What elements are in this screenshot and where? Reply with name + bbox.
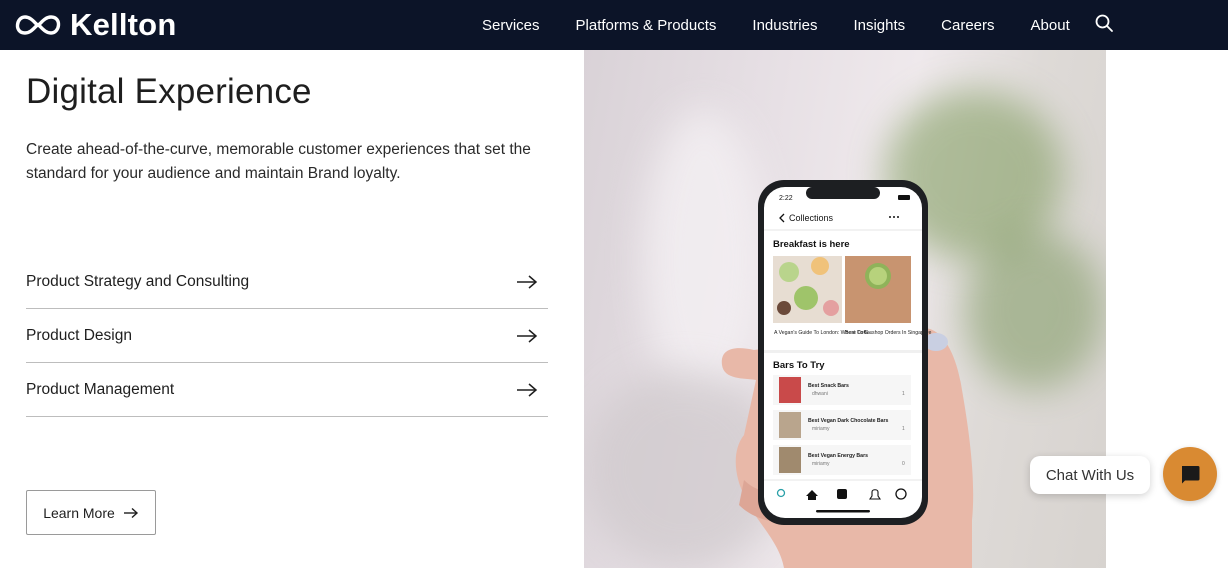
search-icon[interactable] xyxy=(1094,13,1114,33)
infinity-logo-icon xyxy=(15,15,61,35)
phone-row1-title: Best Snack Bars xyxy=(808,383,849,389)
link-product-strategy[interactable]: Product Strategy and Consulting xyxy=(26,255,548,309)
link-label: Product Design xyxy=(26,326,132,344)
link-product-management[interactable]: Product Management xyxy=(26,363,548,417)
phone-row3-title: Best Vegan Energy Bars xyxy=(808,453,868,459)
chat-bubble-icon xyxy=(1182,466,1200,484)
hero-description: Create ahead-of-the-curve, memorable cus… xyxy=(26,141,531,182)
phone-row3-likes: 0 xyxy=(902,461,905,467)
phone-row2-user: miriamy xyxy=(812,426,830,432)
phone-time: 2:22 xyxy=(779,195,793,202)
arrow-right-icon xyxy=(517,274,538,289)
nav-careers[interactable]: Careers xyxy=(923,17,1012,34)
phone-row1-user: dhwani xyxy=(812,391,828,397)
nav-services[interactable]: Services xyxy=(464,17,558,34)
service-links: Product Strategy and Consulting Product … xyxy=(26,255,548,417)
main-menu: Services Platforms & Products Industries… xyxy=(464,0,1088,50)
arrow-right-icon xyxy=(517,382,538,397)
phone-row2-likes: 1 xyxy=(902,426,905,432)
link-label: Product Management xyxy=(26,380,175,398)
phone-section1: Breakfast is here xyxy=(773,239,850,250)
hand-holding-phone: 2:22 Collections Breakfast is here A Veg… xyxy=(721,180,974,568)
top-navbar: Kellton Services Platforms & Products In… xyxy=(0,0,1228,50)
learn-more-label: Learn More xyxy=(43,504,115,521)
brand-name: Kellton xyxy=(70,7,177,42)
phone-row1-likes: 1 xyxy=(902,391,905,397)
link-label: Product Strategy and Consulting xyxy=(26,272,250,290)
nav-insights[interactable]: Insights xyxy=(835,17,923,34)
arrow-right-icon xyxy=(123,507,138,518)
page-title: Digital Experience xyxy=(26,72,312,111)
phone-row2-title: Best Vegan Dark Chocolate Bars xyxy=(808,418,889,424)
learn-more-button[interactable]: Learn More xyxy=(26,490,156,535)
phone-back-label: Collections xyxy=(789,213,834,223)
arrow-right-icon xyxy=(517,328,538,343)
nav-industries[interactable]: Industries xyxy=(734,17,835,34)
nav-about[interactable]: About xyxy=(1013,17,1088,34)
hero-image: 2:22 Collections Breakfast is here A Veg… xyxy=(584,50,1106,568)
phone-row3-user: miriamy xyxy=(812,461,830,467)
chat-button[interactable] xyxy=(1163,447,1217,501)
kellton-logo[interactable]: Kellton xyxy=(12,7,176,43)
phone-section2: Bars To Try xyxy=(773,360,825,371)
phone-card2-caption: Best Coffeeshop Orders In Singapore xyxy=(845,330,932,336)
hero-text: Digital Experience Create ahead-of-the-c… xyxy=(26,50,548,186)
nav-platforms-products[interactable]: Platforms & Products xyxy=(558,17,735,34)
chat-with-us-label[interactable]: Chat With Us xyxy=(1030,456,1150,494)
link-product-design[interactable]: Product Design xyxy=(26,309,548,363)
